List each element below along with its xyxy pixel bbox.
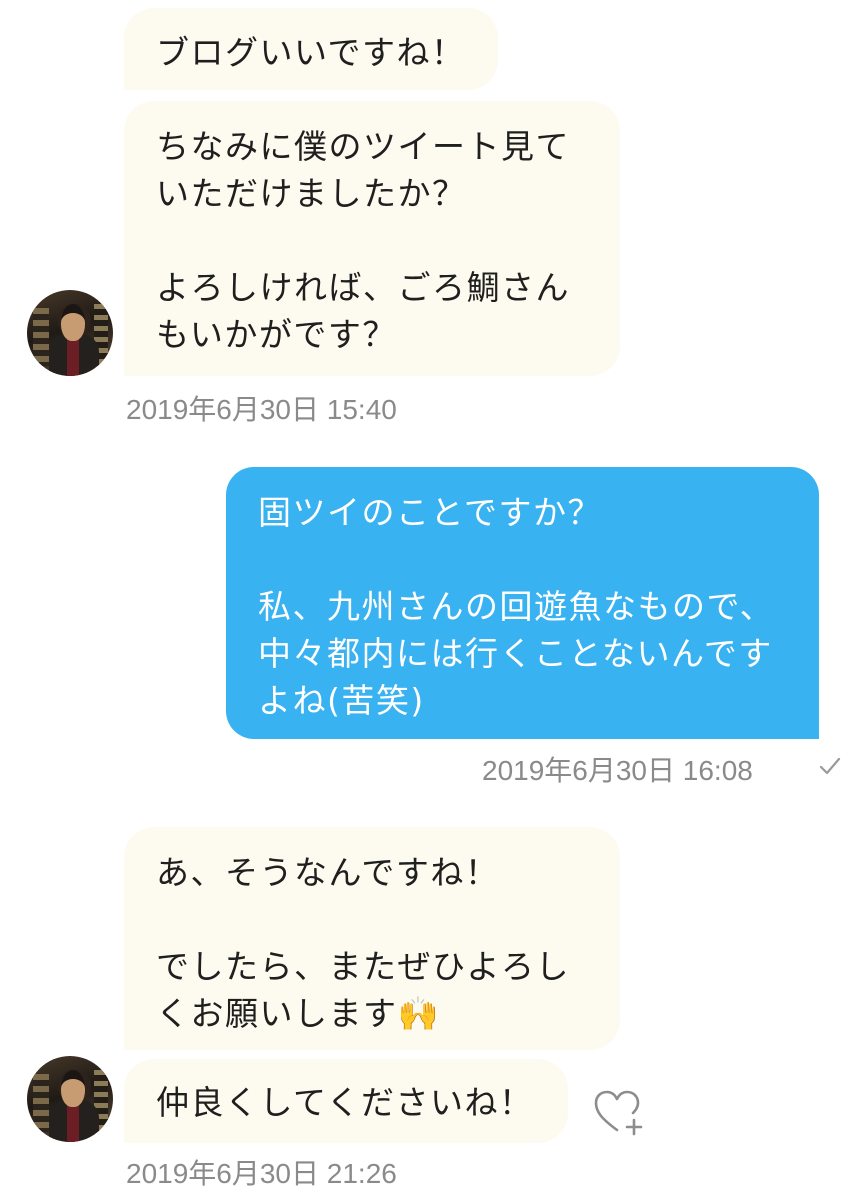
avatar-background xyxy=(33,1074,49,1132)
avatar-figure xyxy=(61,304,85,341)
avatar-figure xyxy=(67,336,79,376)
avatar-figure xyxy=(61,1070,85,1107)
message-bubble-incoming[interactable]: ちなみに僕のツイート見て いただけましたか？ よろしければ、ごろ鯛さん もいかが… xyxy=(124,101,620,376)
message-timestamp: 2019年6月30日 16:08 xyxy=(482,755,753,786)
heart-add-icon[interactable] xyxy=(592,1088,648,1138)
message-timestamp: 2019年6月30日 21:26 xyxy=(126,1158,397,1189)
sender-avatar[interactable] xyxy=(27,290,113,376)
avatar-background xyxy=(33,308,49,366)
checkmark-icon xyxy=(819,757,841,775)
message-bubble-outgoing[interactable]: 固ツイのことですか？ 私、九州さんの回遊魚なもので、 中々都内には行くことないん… xyxy=(226,467,819,739)
message-timestamp: 2019年6月30日 15:40 xyxy=(126,394,397,425)
message-bubble-incoming[interactable]: あ、そうなんですね！ でしたら、またぜひよろし くお願いします🙌 xyxy=(124,827,620,1050)
avatar-figure xyxy=(67,1102,79,1142)
sender-avatar[interactable] xyxy=(27,1056,113,1142)
message-bubble-incoming[interactable]: 仲良くしてくださいね！ xyxy=(124,1059,568,1143)
message-bubble-incoming[interactable]: ブログいいですね！ xyxy=(124,8,498,90)
